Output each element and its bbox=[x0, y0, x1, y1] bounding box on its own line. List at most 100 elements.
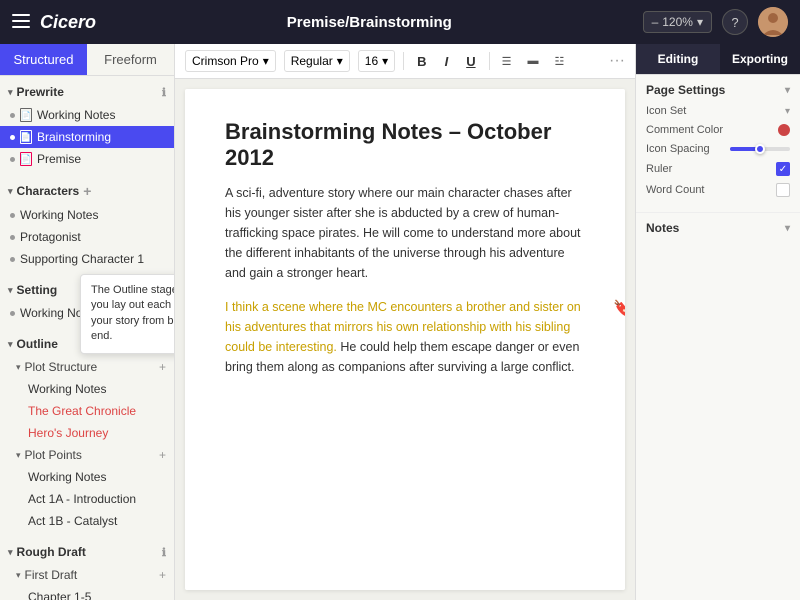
sidebar-item-brainstorming[interactable]: 📄 Brainstorming bbox=[0, 126, 174, 148]
page-settings-section: Page Settings ▾ Icon Set ▾ Comment Color… bbox=[636, 75, 800, 213]
more-options-button[interactable]: ··· bbox=[609, 52, 625, 70]
font-style-value: Regular bbox=[291, 54, 333, 68]
sidebar-item-protagonist[interactable]: Protagonist bbox=[0, 226, 174, 248]
document-body-1: A sci-fi, adventure story where our main… bbox=[225, 183, 585, 283]
editor-content[interactable]: Brainstorming Notes – October 2012 A sci… bbox=[185, 89, 625, 590]
page-settings-header[interactable]: Page Settings ▾ bbox=[646, 83, 790, 97]
document-title: Premise/Brainstorming bbox=[287, 14, 452, 31]
dot bbox=[10, 257, 15, 262]
file-icon: 📄 bbox=[20, 108, 32, 122]
first-draft-add[interactable]: + bbox=[159, 568, 166, 582]
section-characters: ▾ Characters + Working Notes Protagonist… bbox=[0, 174, 174, 274]
bookmark-icon[interactable]: 🔖 bbox=[613, 299, 625, 319]
item-label: Chapter 1-5 bbox=[28, 590, 91, 600]
item-label: Hero's Journey bbox=[28, 426, 108, 440]
sidebar-item-premise[interactable]: 📄 Premise bbox=[0, 148, 174, 170]
zoom-control[interactable]: – 120% ▾ bbox=[643, 11, 712, 33]
notes-header[interactable]: Notes ▾ bbox=[646, 221, 790, 235]
font-style-select[interactable]: Regular ▾ bbox=[284, 50, 350, 72]
topbar-left: Cicero bbox=[12, 12, 96, 33]
sidebar-item-ch1-5[interactable]: Chapter 1-5 bbox=[0, 586, 174, 600]
word-count-checkbox[interactable] bbox=[776, 183, 790, 197]
first-draft-header[interactable]: ▾ First Draft + bbox=[0, 564, 174, 586]
user-avatar[interactable] bbox=[758, 7, 788, 37]
prewrite-label: Prewrite bbox=[17, 85, 64, 99]
setting-label: Setting bbox=[17, 283, 58, 297]
file-icon: 📄 bbox=[20, 130, 32, 144]
comment-color-dot[interactable] bbox=[778, 124, 790, 136]
icon-set-label: Icon Set bbox=[646, 105, 686, 117]
sidebar-tabs: Structured Freeform bbox=[0, 44, 174, 76]
tab-exporting[interactable]: Exporting bbox=[720, 44, 800, 74]
divider bbox=[403, 52, 404, 70]
file-icon: 📄 bbox=[20, 152, 32, 166]
item-label: Protagonist bbox=[20, 230, 81, 244]
plot-points-add[interactable]: + bbox=[159, 448, 166, 462]
sidebar-item-ps-wn[interactable]: Working Notes bbox=[0, 378, 174, 400]
sidebar-item-working-notes-prewrite[interactable]: 📄 Working Notes bbox=[0, 104, 174, 126]
plot-structure-add[interactable]: + bbox=[159, 360, 166, 374]
notes-chevron: ▾ bbox=[785, 223, 790, 234]
dot bbox=[10, 311, 15, 316]
plot-structure-header[interactable]: ▾ Plot Structure + bbox=[0, 356, 174, 378]
sidebar-item-wn-characters[interactable]: Working Notes bbox=[0, 204, 174, 226]
tab-editing[interactable]: Editing bbox=[636, 44, 720, 74]
icon-spacing-slider[interactable] bbox=[730, 147, 790, 151]
item-label: Supporting Character 1 bbox=[20, 252, 144, 266]
tab-structured[interactable]: Structured bbox=[0, 44, 87, 75]
topbar-right: – 120% ▾ ? bbox=[643, 7, 788, 37]
prewrite-chevron: ▾ bbox=[8, 87, 13, 98]
page-settings-label: Page Settings bbox=[646, 83, 725, 97]
prewrite-info-icon[interactable]: ℹ bbox=[162, 86, 166, 99]
notes-label: Notes bbox=[646, 221, 679, 235]
sidebar-item-supporting-char[interactable]: Supporting Character 1 bbox=[0, 248, 174, 270]
align-center-button[interactable]: ▬ bbox=[523, 53, 542, 69]
characters-header[interactable]: ▾ Characters + bbox=[0, 178, 174, 204]
tab-freeform[interactable]: Freeform bbox=[87, 44, 174, 75]
underline-button[interactable]: U bbox=[461, 52, 480, 71]
font-size-chevron: ▾ bbox=[382, 54, 388, 68]
document-heading: Brainstorming Notes – October 2012 bbox=[225, 119, 585, 171]
italic-button[interactable]: I bbox=[440, 52, 454, 71]
editor-toolbar: Crimson Pro ▾ Regular ▾ 16 ▾ B I U ☰ ▬ ☳… bbox=[175, 44, 635, 79]
align-right-button[interactable]: ☳ bbox=[550, 53, 568, 70]
zoom-dropdown[interactable]: ▾ bbox=[697, 15, 703, 29]
ruler-row: Ruler ✓ bbox=[646, 162, 790, 176]
subsection-label: First Draft bbox=[25, 568, 78, 582]
characters-add-icon[interactable]: + bbox=[83, 183, 91, 199]
bold-button[interactable]: B bbox=[412, 52, 431, 71]
plot-points-header[interactable]: ▾ Plot Points + bbox=[0, 444, 174, 466]
page-settings-chevron: ▾ bbox=[785, 85, 790, 96]
font-size-select[interactable]: 16 ▾ bbox=[358, 50, 395, 72]
item-label: Act 1A - Introduction bbox=[28, 492, 136, 506]
rough-draft-header[interactable]: ▾ Rough Draft ℹ bbox=[0, 540, 174, 564]
zoom-minus[interactable]: – bbox=[652, 15, 659, 29]
font-family-select[interactable]: Crimson Pro ▾ bbox=[185, 50, 276, 72]
icon-set-dropdown[interactable]: ▾ bbox=[785, 106, 790, 117]
outline-chevron: ▾ bbox=[8, 339, 13, 350]
editor-area: Crimson Pro ▾ Regular ▾ 16 ▾ B I U ☰ ▬ ☳… bbox=[175, 44, 635, 600]
align-left-button[interactable]: ☰ bbox=[498, 53, 516, 70]
sidebar-item-pp-wn[interactable]: Working Notes bbox=[0, 466, 174, 488]
sidebar-item-heros-journey[interactable]: Hero's Journey bbox=[0, 422, 174, 444]
main-layout: Structured Freeform ▾ Prewrite ℹ 📄 Worki… bbox=[0, 44, 800, 600]
sidebar: Structured Freeform ▾ Prewrite ℹ 📄 Worki… bbox=[0, 44, 175, 600]
help-button[interactable]: ? bbox=[722, 9, 748, 35]
dot bbox=[10, 157, 15, 162]
ruler-checkbox[interactable]: ✓ bbox=[776, 162, 790, 176]
font-style-chevron: ▾ bbox=[337, 54, 343, 68]
item-label: The Great Chronicle bbox=[28, 404, 136, 418]
plot-structure-chevron: ▾ bbox=[16, 362, 21, 373]
tooltip-text: The Outline stage is where you lay out e… bbox=[91, 284, 175, 342]
word-count-row: Word Count bbox=[646, 183, 790, 197]
prewrite-header[interactable]: ▾ Prewrite ℹ bbox=[0, 80, 174, 104]
comment-color-row: Comment Color bbox=[646, 124, 790, 136]
item-label: Working Notes bbox=[20, 208, 98, 222]
dot bbox=[10, 113, 15, 118]
sidebar-item-great-chronicle[interactable]: The Great Chronicle bbox=[0, 400, 174, 422]
sidebar-item-act1a[interactable]: Act 1A - Introduction bbox=[0, 488, 174, 510]
rough-draft-info-icon[interactable]: ℹ bbox=[162, 546, 166, 559]
hamburger-icon[interactable] bbox=[12, 14, 30, 31]
divider2 bbox=[489, 52, 490, 70]
sidebar-item-act1b[interactable]: Act 1B - Catalyst bbox=[0, 510, 174, 532]
